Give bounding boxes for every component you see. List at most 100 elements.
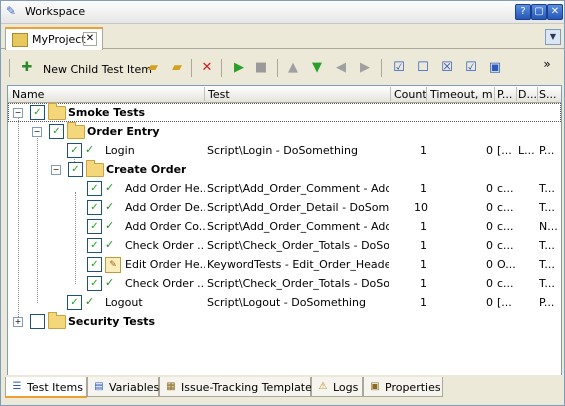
window-title: Workspace bbox=[25, 5, 86, 18]
enable-checkbox[interactable]: ✓ bbox=[87, 219, 102, 234]
row-count: 1 bbox=[420, 182, 427, 195]
tree-row-check-order-totals-2[interactable]: ✓ ✓ Check Order ... Script\Check_Order_T… bbox=[8, 274, 561, 293]
column-s[interactable]: S... bbox=[539, 88, 559, 101]
uncheck-all-icon[interactable]: ☐ bbox=[415, 60, 431, 76]
tree-row-login[interactable]: ✓ ✓ Login Script\Login - DoSomething 1 0… bbox=[8, 141, 561, 160]
title-bar: ✎ Workspace ? ▢ ✕ bbox=[1, 1, 564, 24]
select-icon[interactable]: ▣ bbox=[487, 60, 503, 76]
column-divider[interactable] bbox=[494, 87, 495, 101]
column-count[interactable]: Count bbox=[394, 88, 427, 101]
stop-icon[interactable]: ■ bbox=[253, 60, 269, 76]
toolbar-overflow-icon[interactable]: » bbox=[539, 56, 555, 72]
check-selected-icon[interactable]: ☑ bbox=[463, 60, 479, 76]
column-divider[interactable] bbox=[204, 87, 205, 101]
tree-row-add-order-header[interactable]: ✓ ✓ Add Order He... Script\Add_Order_Com… bbox=[8, 179, 561, 198]
tree-row-order-entry[interactable]: − ✓ Order Entry bbox=[8, 122, 561, 141]
row-name: Add Order De... bbox=[125, 201, 205, 214]
tab-properties[interactable]: ▣ Properties bbox=[363, 377, 443, 397]
enable-checkbox[interactable]: ✓ bbox=[68, 162, 83, 177]
move-up-icon[interactable]: ▲ bbox=[285, 60, 301, 76]
row-timeout: 0 bbox=[486, 258, 493, 271]
toolbar-separator bbox=[191, 59, 192, 77]
column-p[interactable]: P... bbox=[497, 88, 517, 101]
enable-checkbox[interactable]: ✓ bbox=[87, 200, 102, 215]
enable-checkbox[interactable]: ✓ bbox=[67, 143, 82, 158]
column-divider[interactable] bbox=[426, 87, 427, 101]
tree-row-security-tests[interactable]: + ✓ Security Tests bbox=[8, 312, 561, 331]
tab-label: Logs bbox=[333, 381, 359, 394]
tab-test-items[interactable]: ☰ Test Items bbox=[5, 377, 87, 398]
row-timeout: 0 bbox=[486, 296, 493, 309]
row-test: Script\Login - DoSomething bbox=[207, 144, 358, 157]
move-right-icon[interactable]: ▶ bbox=[357, 60, 373, 76]
toolbar-separator bbox=[277, 59, 278, 77]
column-name[interactable]: Name bbox=[12, 88, 44, 101]
tree-row-edit-order-header[interactable]: ✓ ✎ Edit Order He... KeywordTests - Edit… bbox=[8, 255, 561, 274]
check-all-icon[interactable]: ☑ bbox=[391, 60, 407, 76]
tab-label: Properties bbox=[385, 381, 441, 394]
run-icon[interactable]: ▶ bbox=[231, 60, 247, 76]
maximize-button[interactable]: ▢ bbox=[531, 4, 547, 20]
expand-toggle[interactable]: + bbox=[13, 317, 23, 327]
enable-checkbox[interactable]: ✓ bbox=[87, 181, 102, 196]
row-name: Order Entry bbox=[87, 125, 160, 138]
move-left-icon[interactable]: ◀ bbox=[333, 60, 349, 76]
tab-variables[interactable]: ▤ Variables bbox=[87, 377, 159, 397]
tree-row-add-order-comment[interactable]: ✓ ✓ Add Order Co... Script\Add_Order_Com… bbox=[8, 217, 561, 236]
script-test-icon: ✓ bbox=[105, 181, 115, 194]
toggle-check-icon[interactable]: ☒ bbox=[439, 60, 455, 76]
tree-row-logout[interactable]: ✓ ✓ Logout Script\Logout - DoSomething 1… bbox=[8, 293, 561, 312]
script-test-icon: ✓ bbox=[105, 276, 115, 289]
collapse-toggle[interactable]: − bbox=[13, 108, 23, 118]
enable-checkbox[interactable]: ✓ bbox=[49, 124, 64, 139]
enable-checkbox[interactable]: ✓ bbox=[87, 276, 102, 291]
tree-row-smoke-tests[interactable]: − ✓ Smoke Tests bbox=[8, 103, 561, 122]
row-count: 1 bbox=[420, 144, 427, 157]
enable-checkbox[interactable]: ✓ bbox=[67, 295, 82, 310]
row-name: Smoke Tests bbox=[68, 106, 146, 119]
move-down-icon[interactable]: ▼ bbox=[309, 60, 325, 76]
tab-issue-tracking-templates[interactable]: ▦ Issue-Tracking Templates bbox=[159, 377, 318, 397]
tab-logs[interactable]: ⚠ Logs bbox=[311, 377, 363, 397]
test-items-grid: Name Test Count Timeout, min P... D... S… bbox=[7, 85, 562, 377]
row-p: O... bbox=[497, 258, 516, 271]
project-icon bbox=[12, 33, 28, 47]
tree-row-create-order[interactable]: − ✓ Create Order bbox=[8, 160, 561, 179]
collapse-toggle[interactable]: − bbox=[51, 165, 61, 175]
folder-add-child-icon[interactable]: ▰ bbox=[169, 60, 185, 76]
tab-list-chevron-down-icon[interactable]: ▼ bbox=[545, 29, 561, 45]
enable-checkbox[interactable]: ✓ bbox=[87, 238, 102, 253]
enable-checkbox[interactable]: ✓ bbox=[30, 105, 45, 120]
column-timeout[interactable]: Timeout, min bbox=[430, 88, 492, 101]
column-divider[interactable] bbox=[537, 87, 538, 101]
collapse-toggle[interactable]: − bbox=[32, 127, 42, 137]
row-s: P... bbox=[539, 144, 555, 157]
row-name: Add Order Co... bbox=[125, 220, 205, 233]
tree-row-add-order-detail[interactable]: ✓ ✓ Add Order De... Script\Add_Order_Det… bbox=[8, 198, 561, 217]
row-timeout: 0 bbox=[486, 201, 493, 214]
tab-myproject[interactable]: MyProject ✕ bbox=[5, 27, 103, 50]
new-child-test-item-button[interactable]: New Child Test Item bbox=[43, 63, 152, 76]
column-divider[interactable] bbox=[516, 87, 517, 101]
enable-checkbox[interactable]: ✓ bbox=[87, 257, 102, 272]
column-divider[interactable] bbox=[390, 87, 391, 101]
row-count: 1 bbox=[420, 220, 427, 233]
toolbar: ✚ New Child Test Item ▰ ▰ ✕ ▶ ■ ▲ ▼ ◀ ▶ … bbox=[7, 54, 560, 84]
close-button[interactable]: ✕ bbox=[547, 4, 563, 20]
row-test: Script\Check_Order_Totals - DoSo... bbox=[207, 239, 389, 252]
tree-row-check-order-totals[interactable]: ✓ ✓ Check Order ... Script\Check_Order_T… bbox=[8, 236, 561, 255]
folder-add-icon[interactable]: ▰ bbox=[145, 60, 161, 76]
workspace-icon: ✎ bbox=[6, 4, 17, 18]
column-d[interactable]: D... bbox=[518, 88, 538, 101]
close-tab-icon[interactable]: ✕ bbox=[83, 32, 97, 46]
delete-icon[interactable]: ✕ bbox=[199, 60, 215, 76]
row-count: 1 bbox=[420, 277, 427, 290]
test-items-icon: ☰ bbox=[12, 381, 22, 392]
row-count: 1 bbox=[420, 258, 427, 271]
row-s: T... bbox=[539, 201, 555, 214]
help-button[interactable]: ? bbox=[515, 4, 531, 20]
enable-checkbox[interactable]: ✓ bbox=[30, 314, 45, 329]
column-test[interactable]: Test bbox=[208, 88, 230, 101]
new-child-item-icon[interactable]: ✚ bbox=[19, 60, 35, 76]
row-name: Check Order ... bbox=[125, 277, 205, 290]
